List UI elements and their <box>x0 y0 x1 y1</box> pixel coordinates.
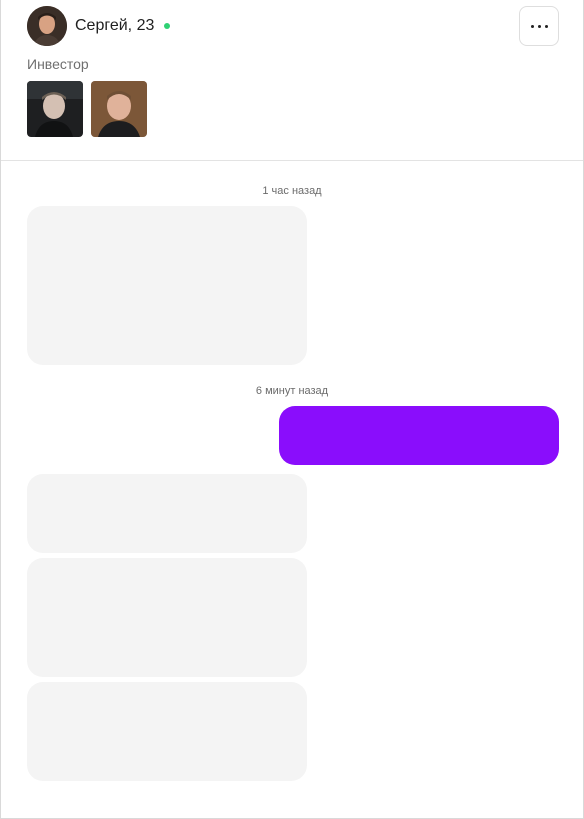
message-timestamp: 1 час назад <box>262 185 322 197</box>
profile-header: Сергей, 23 Инвестор <box>1 0 583 161</box>
incoming-message-bubble[interactable] <box>27 558 307 677</box>
incoming-message-bubble[interactable] <box>27 682 307 781</box>
incoming-message-bubble[interactable] <box>27 206 307 365</box>
online-status-indicator <box>164 23 171 29</box>
more-options-button[interactable] <box>519 6 559 46</box>
profile-photos <box>27 81 147 137</box>
profile-photo-thumbnail[interactable] <box>27 81 83 137</box>
more-horizontal-icon <box>530 24 548 28</box>
outgoing-message-bubble[interactable] <box>279 406 559 465</box>
profile-role: Инвестор <box>27 56 89 72</box>
profile-name[interactable]: Сергей, 23 <box>75 15 154 37</box>
profile-avatar[interactable] <box>27 6 67 46</box>
profile-name-row: Сергей, 23 <box>75 15 171 37</box>
message-timestamp: 6 минут назад <box>255 385 329 397</box>
chat-window: Сергей, 23 Инвестор 1 час назад 6 минут … <box>0 0 584 819</box>
incoming-message-bubble[interactable] <box>27 474 307 553</box>
profile-photo-thumbnail[interactable] <box>91 81 147 137</box>
